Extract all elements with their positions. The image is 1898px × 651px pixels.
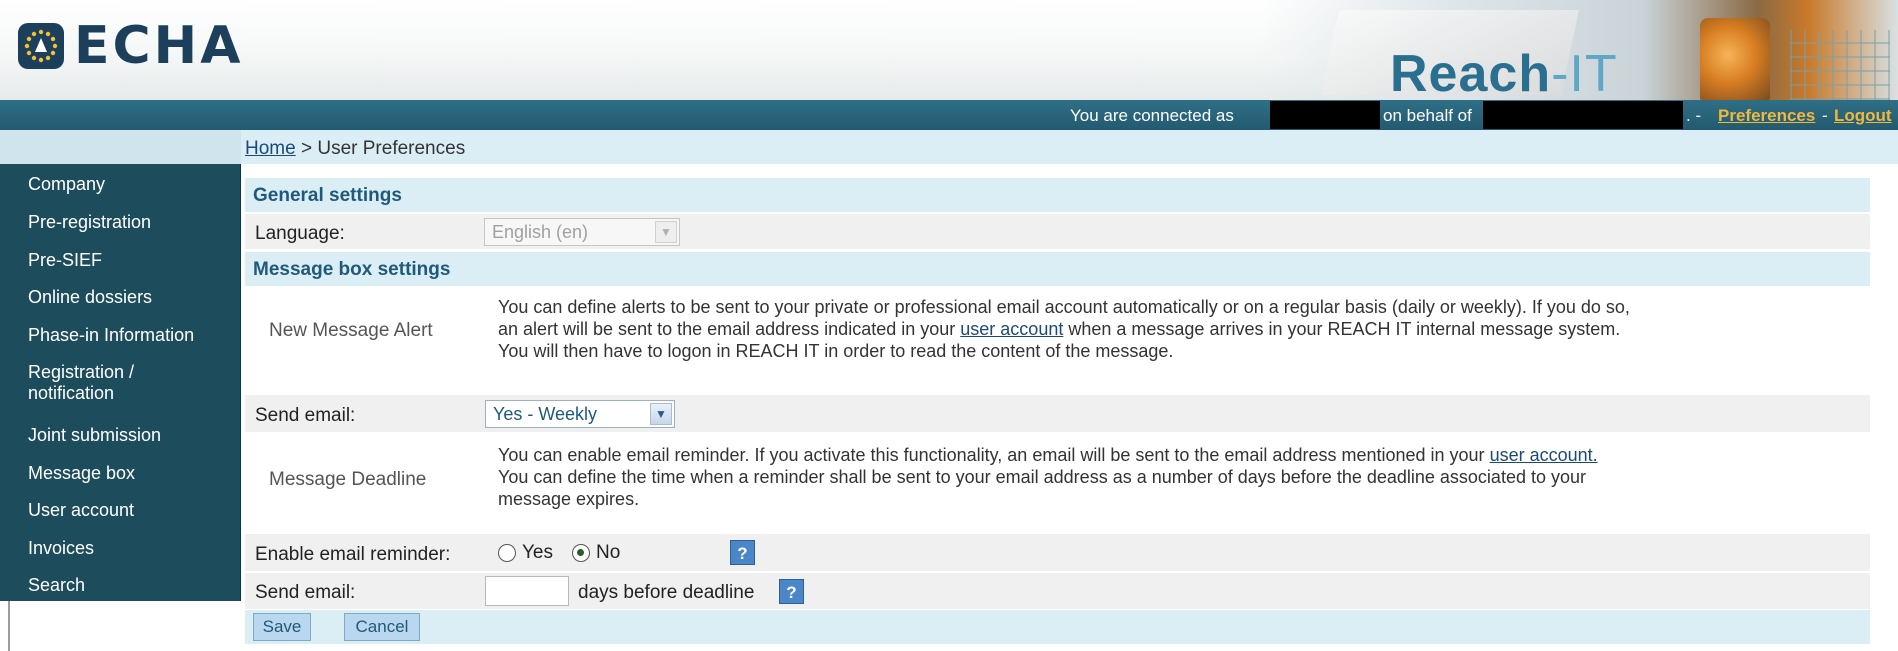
language-label: Language: bbox=[255, 223, 345, 244]
sidebar-item-message-box[interactable]: Message box bbox=[0, 463, 135, 484]
brand-main: Reach bbox=[1390, 45, 1552, 100]
breadcrumb-home-link[interactable]: Home bbox=[245, 138, 296, 159]
reminder-yes-option[interactable]: Yes bbox=[498, 542, 553, 564]
days-before-deadline-text: days before deadline bbox=[578, 582, 755, 603]
user-account-link-2[interactable]: user account. bbox=[1490, 445, 1598, 465]
reminder-no-label: No bbox=[596, 542, 621, 563]
app-header: ECHA Reach-IT bbox=[0, 0, 1898, 100]
sidebar-item-search[interactable]: Search bbox=[0, 575, 85, 596]
message-box-settings-header: Message box settings bbox=[245, 252, 1870, 286]
send-email-select-value: Yes - Weekly bbox=[493, 404, 598, 424]
alert-desc-2a: an alert will be sent to the email addre… bbox=[498, 319, 956, 339]
deadline-desc-line-1: You can enable email reminder. If you ac… bbox=[498, 444, 1848, 466]
banner-flask-image bbox=[1700, 18, 1770, 100]
deadline-desc-line-2: You can define the time when a reminder … bbox=[498, 467, 1586, 487]
breadcrumb-current: User Preferences bbox=[317, 138, 466, 159]
sidebar-item-joint-submission[interactable]: Joint submission bbox=[0, 425, 161, 446]
separator-text: . - bbox=[1686, 106, 1702, 125]
redacted-company bbox=[1483, 101, 1683, 129]
send-email-days-row: Send email: days before deadline ? bbox=[245, 573, 1870, 610]
connected-as-text: You are connected as bbox=[1070, 106, 1234, 125]
alert-desc-line-1: You can define alerts to be sent to your… bbox=[498, 297, 1630, 317]
sidebar-item-online-dossiers[interactable]: Online dossiers bbox=[0, 287, 152, 308]
message-deadline-description: You can enable email reminder. If you ac… bbox=[498, 444, 1848, 510]
language-row: Language: English (en) ▼ bbox=[245, 214, 1870, 250]
form-buttons-row: Save Cancel bbox=[245, 610, 1870, 644]
send-email-select[interactable]: Yes - Weekly ▼ bbox=[485, 400, 675, 428]
on-behalf-text: on behalf of bbox=[1383, 106, 1472, 125]
echa-logo[interactable]: ECHA bbox=[18, 20, 243, 72]
alert-desc-2b: when a message arrives in your REACH IT … bbox=[1068, 319, 1621, 339]
sidebar-item-pre-registration[interactable]: Pre-registration bbox=[0, 212, 151, 233]
brand-suffix: -IT bbox=[1551, 45, 1618, 100]
help-icon[interactable]: ? bbox=[730, 540, 755, 565]
save-button[interactable]: Save bbox=[253, 613, 311, 641]
reminder-yes-radio[interactable] bbox=[498, 544, 516, 562]
cancel-button[interactable]: Cancel bbox=[344, 613, 420, 641]
sidebar-top-strip bbox=[0, 130, 241, 164]
send-email-days-label: Send email: bbox=[255, 582, 356, 603]
alert-desc-line-2: an alert will be sent to the email addre… bbox=[498, 318, 1848, 340]
connection-bar: You are connected as on behalf of . - Pr… bbox=[0, 100, 1898, 130]
new-message-alert-description: You can define alerts to be sent to your… bbox=[498, 296, 1848, 362]
message-deadline-label: Message Deadline bbox=[269, 469, 427, 490]
new-message-alert-label: New Message Alert bbox=[269, 320, 433, 341]
reach-it-brand: Reach-IT bbox=[1390, 44, 1618, 100]
breadcrumb-separator: > bbox=[300, 138, 313, 159]
chevron-down-icon: ▼ bbox=[650, 403, 672, 425]
redacted-username bbox=[1270, 101, 1380, 129]
send-email-row: Send email: Yes - Weekly ▼ bbox=[245, 395, 1870, 433]
send-email-label: Send email: bbox=[255, 405, 356, 426]
page-edge-line bbox=[8, 601, 10, 651]
language-select-value: English (en) bbox=[492, 222, 589, 242]
breadcrumb: Home > User Preferences bbox=[245, 138, 465, 160]
sidebar-item-phase-in-information[interactable]: Phase-in Information bbox=[0, 325, 194, 346]
sidebar-item-pre-sief[interactable]: Pre-SIEF bbox=[0, 250, 102, 271]
enable-reminder-label: Enable email reminder: bbox=[255, 544, 451, 565]
sidebar-item-registration-notification[interactable]: Registration / notification bbox=[0, 362, 134, 404]
general-settings-header: General settings bbox=[245, 178, 1870, 212]
reminder-yes-label: Yes bbox=[522, 542, 553, 563]
help-icon[interactable]: ? bbox=[779, 579, 804, 604]
language-select[interactable]: English (en) ▼ bbox=[484, 218, 680, 246]
logout-link[interactable]: Logout bbox=[1834, 106, 1892, 126]
sidebar-item-company[interactable]: Company bbox=[0, 174, 105, 195]
reminder-no-radio[interactable] bbox=[572, 544, 590, 562]
separator-text-2: - bbox=[1822, 106, 1828, 125]
reminder-no-option[interactable]: No bbox=[572, 542, 620, 564]
eu-stars-icon bbox=[18, 23, 64, 69]
sidebar-item-invoices[interactable]: Invoices bbox=[0, 538, 94, 559]
preferences-link[interactable]: Preferences bbox=[1718, 106, 1815, 126]
user-account-link[interactable]: user account bbox=[960, 319, 1063, 339]
days-before-deadline-input[interactable] bbox=[485, 576, 569, 606]
logo-text: ECHA bbox=[74, 16, 244, 76]
deadline-desc-1a: You can enable email reminder. If you ac… bbox=[498, 445, 1485, 465]
chevron-down-icon: ▼ bbox=[655, 221, 677, 243]
banner-circuit-image bbox=[1790, 30, 1890, 100]
message-deadline-row: Message Deadline You can enable email re… bbox=[245, 434, 1870, 514]
enable-reminder-row: Enable email reminder: Yes No ? bbox=[245, 534, 1870, 572]
deadline-desc-line-3: message expires. bbox=[498, 489, 640, 509]
new-message-alert-row: New Message Alert You can define alerts … bbox=[245, 288, 1870, 368]
sidebar-item-user-account[interactable]: User account bbox=[0, 500, 134, 521]
sidebar-nav: Company Pre-registration Pre-SIEF Online… bbox=[0, 164, 241, 601]
alert-desc-line-3: You will then have to logon in REACH IT … bbox=[498, 341, 1174, 361]
